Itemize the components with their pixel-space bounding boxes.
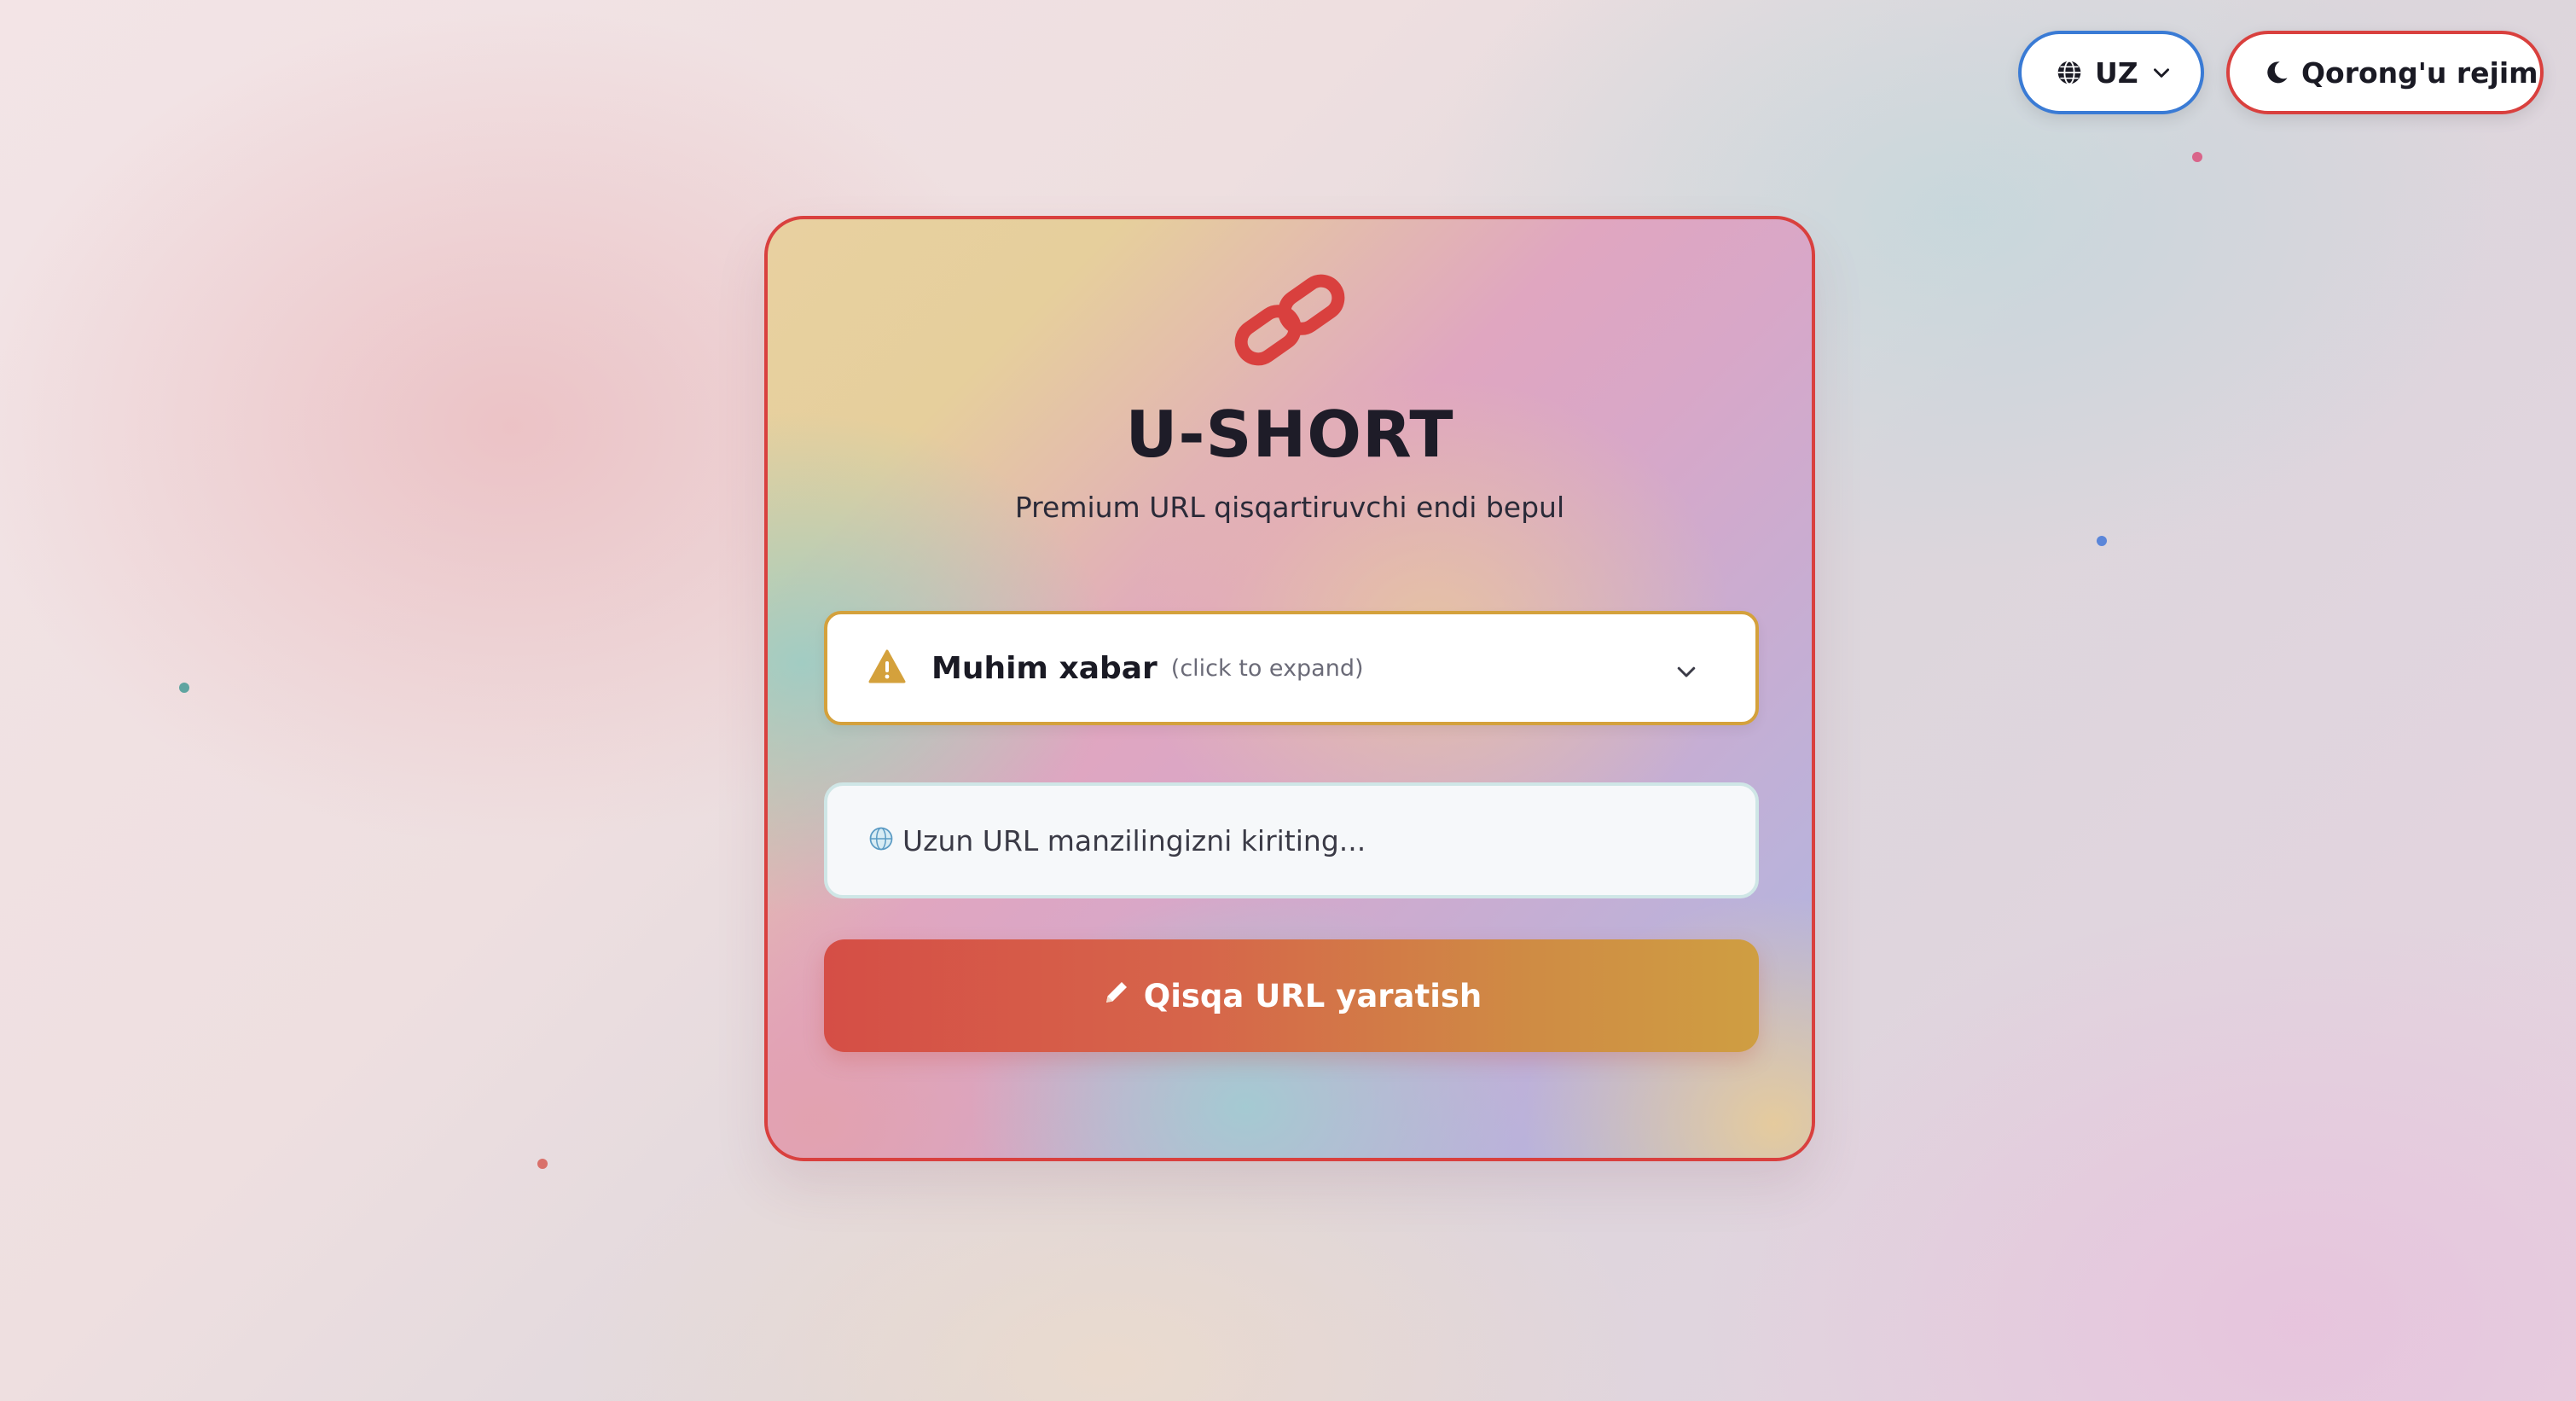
decorative-dot [537,1159,548,1169]
decorative-dot [179,683,189,693]
decorative-dot [2192,152,2202,162]
dark-mode-label: Qorong'u rejim [2301,55,2538,90]
pencil-icon [1101,977,1132,1015]
chevron-down-icon [2150,61,2173,84]
create-short-url-button[interactable]: Qisqa URL yaratish [824,939,1759,1052]
globe-icon [2056,59,2083,86]
link-icon [1229,274,1350,366]
top-controls: UZ Qorong'u rejim [2018,31,2544,114]
shortener-card: U-SHORT Premium URL qisqartiruvchi endi … [764,216,1815,1161]
dark-mode-toggle[interactable]: Qorong'u rejim [2226,31,2544,114]
url-input[interactable] [901,823,1672,858]
url-input-field[interactable] [824,782,1759,898]
notice-title: Muhim xabar [931,650,1157,686]
notice-hint: (click to expand) [1170,654,1364,682]
moon-icon [2264,59,2289,86]
globe-icon [868,826,894,855]
app-title: U-SHORT [1125,397,1454,472]
app-tagline: Premium URL qisqartiruvchi endi bepul [1014,491,1565,524]
language-selector[interactable]: UZ [2018,31,2204,114]
decorative-dot [2097,536,2107,546]
warning-icon [868,649,906,687]
important-notice-toggle[interactable]: Muhim xabar (click to expand) [824,611,1759,725]
chevron-down-icon[interactable] [1670,659,1703,688]
create-short-url-label: Qisqa URL yaratish [1143,977,1482,1014]
language-label: UZ [2095,55,2138,90]
